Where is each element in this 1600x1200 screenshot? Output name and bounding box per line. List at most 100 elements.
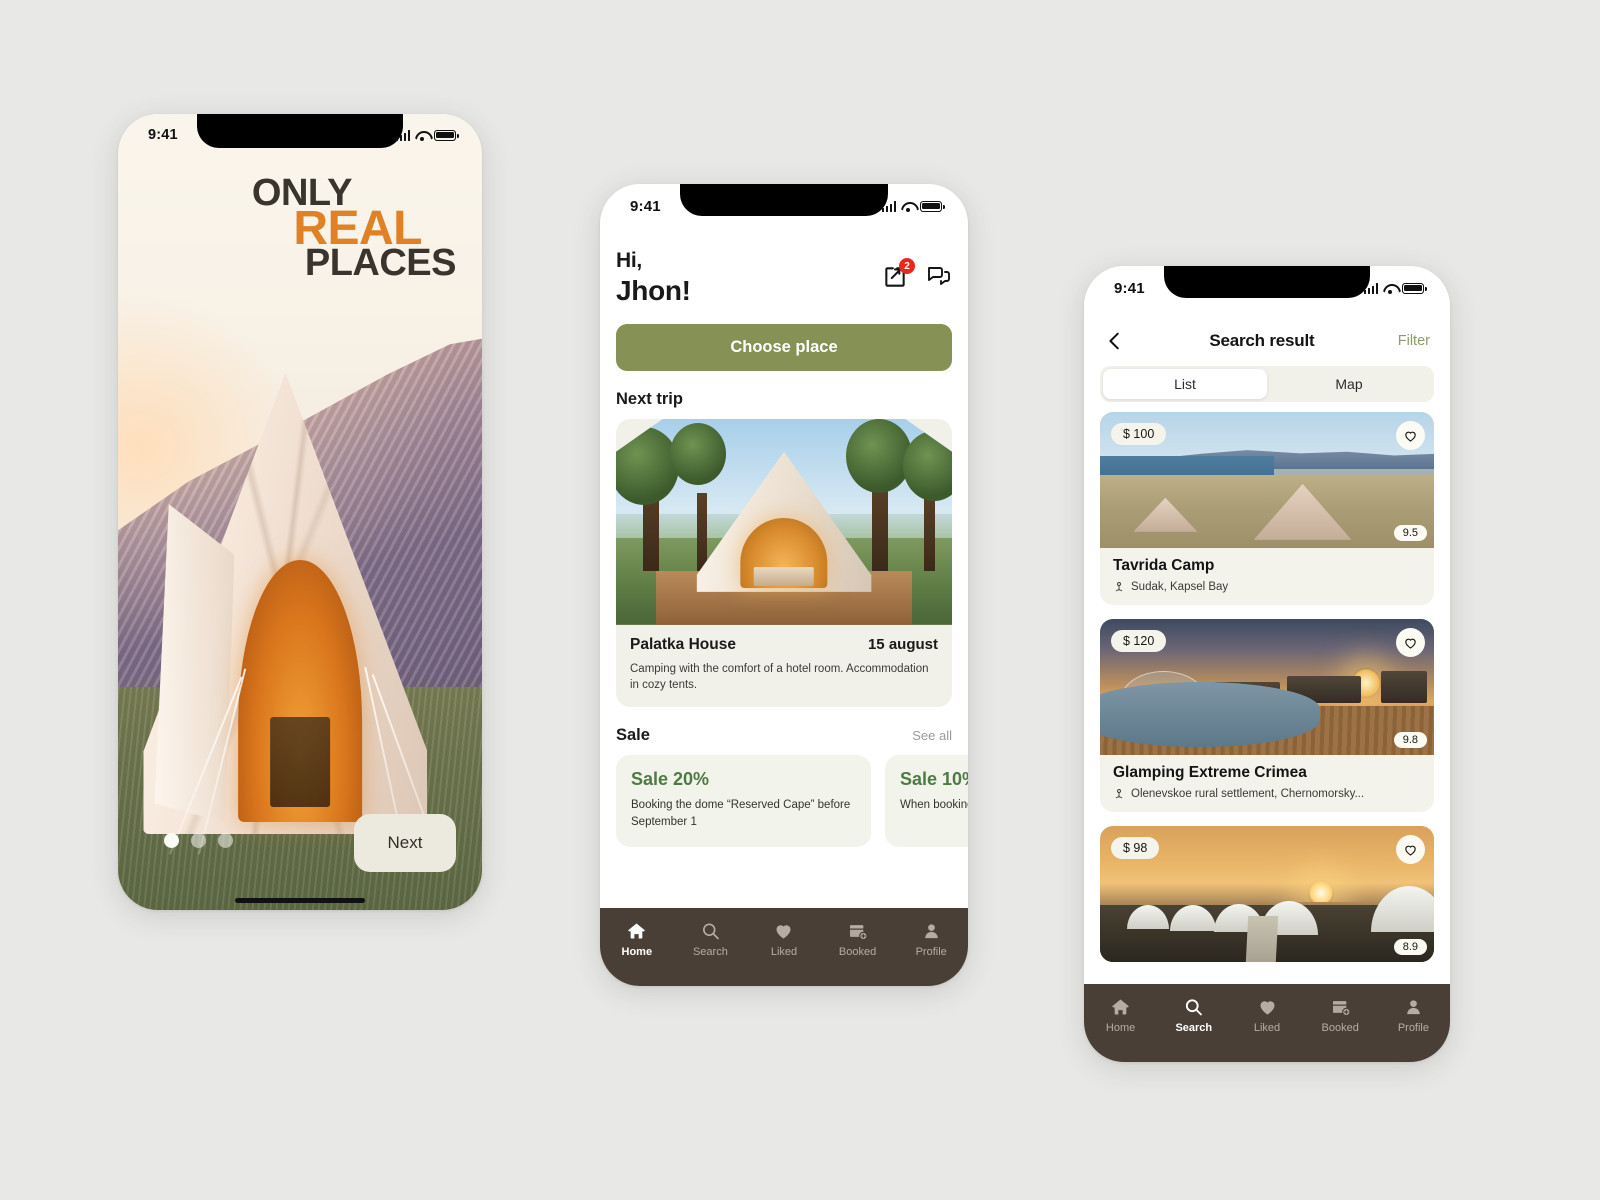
next-trip-details: Palatka House 15 august Camping with the… — [616, 625, 952, 708]
device-notch — [1164, 266, 1370, 298]
search-icon — [702, 923, 719, 940]
tab-label: Booked — [838, 946, 877, 958]
tab-profile[interactable]: Profile — [1377, 997, 1450, 1034]
next-trip-name: Palatka House — [630, 635, 736, 653]
next-trip-header: Next trip — [616, 390, 952, 409]
home-icon — [1112, 999, 1129, 1015]
notification-badge: 2 — [899, 258, 915, 274]
sale-card-text: When booking from 5 days — [900, 799, 968, 812]
tab-label: Search — [1175, 1022, 1213, 1034]
result-location-text: Sudak, Kapsel Bay — [1131, 581, 1229, 593]
chat-bubbles-icon[interactable] — [926, 264, 952, 290]
rating-badge: 8.9 — [1393, 939, 1427, 955]
heart-outline-icon — [1405, 638, 1416, 649]
result-photo: $ 120 9.8 — [1100, 619, 1434, 755]
tab-label: Profile — [915, 946, 947, 958]
search-result-content: Search result Filter List Map $ 100 9.5 … — [1084, 266, 1450, 1062]
next-trip-date: 15 august — [867, 635, 938, 653]
results-list: $ 100 9.5 Tavrida Camp Sudak, Kapsel Bay — [1084, 412, 1450, 962]
greeting-row: Hi, Jhon! 2 — [616, 238, 952, 308]
tab-label: Profile — [1397, 1022, 1429, 1034]
share-square-icon[interactable]: 2 — [882, 258, 915, 290]
search-result-screen: Search result Filter List Map $ 100 9.5 … — [1084, 266, 1450, 1062]
result-photo: $ 100 9.5 — [1100, 412, 1434, 548]
sale-carousel[interactable]: Sale 20% Booking the dome “Reserved Cape… — [616, 755, 968, 847]
pagination-dot-3[interactable] — [218, 833, 233, 848]
headline-line-3: PLACES — [304, 242, 457, 285]
screens-canvas: 9:41 ONLY REAL PLACES Next Hi, Jhon! 2 C… — [0, 0, 1600, 1200]
bottom-navigation: Home Search Liked Booked Profile — [600, 908, 968, 986]
tab-label: Liked — [770, 946, 798, 958]
tab-label: Home — [1105, 1022, 1136, 1034]
favorite-button[interactable] — [1396, 421, 1425, 450]
device-notch — [680, 184, 888, 216]
result-name: Tavrida Camp — [1113, 557, 1215, 574]
search-result-header: Search result Filter — [1084, 318, 1450, 362]
result-location: Olenevskoe rural settlement, Chernomorsk… — [1113, 787, 1421, 801]
tab-booked[interactable]: Booked — [1304, 997, 1377, 1034]
onboarding-headline: ONLY REAL PLACES — [118, 174, 457, 285]
tab-home[interactable]: Home — [1084, 997, 1157, 1034]
tab-liked[interactable]: Liked — [1230, 997, 1303, 1034]
chevron-left-icon[interactable] — [1104, 330, 1126, 352]
bottom-navigation: Home Search Liked Booked Profile — [1084, 984, 1450, 1062]
tab-label: Booked — [1321, 1022, 1359, 1034]
next-trip-title: Next trip — [616, 389, 683, 408]
result-card[interactable]: $ 98 8.9 — [1100, 826, 1434, 962]
result-location-text: Olenevskoe rural settlement, Chernomorsk… — [1131, 788, 1365, 800]
home-indicator — [235, 898, 365, 903]
device-notch — [197, 114, 403, 148]
tab-booked[interactable]: Booked — [821, 921, 895, 958]
segment-map[interactable]: Map — [1267, 369, 1431, 399]
person-icon — [1407, 1000, 1420, 1015]
see-all-link[interactable]: See all — [912, 728, 952, 743]
next-trip-card[interactable]: Palatka House 15 august Camping with the… — [616, 418, 952, 708]
home-icon — [628, 923, 645, 939]
greeting-line-2: Jhon! — [616, 274, 691, 306]
choose-place-button[interactable]: Choose place — [616, 323, 952, 371]
result-name: Glamping Extreme Crimea — [1113, 764, 1307, 781]
sale-card[interactable]: Sale 20% Booking the dome “Reserved Cape… — [616, 755, 871, 847]
onboarding-screen: 9:41 ONLY REAL PLACES Next — [118, 114, 482, 910]
price-badge: $ 120 — [1111, 630, 1167, 652]
pagination-dots[interactable] — [164, 833, 233, 848]
result-card[interactable]: $ 120 9.8 Glamping Extreme Crimea Olenev… — [1100, 619, 1434, 812]
heart-outline-icon — [1405, 845, 1416, 856]
tab-label: Home — [621, 946, 653, 958]
sale-card-title: Sale 10% — [900, 769, 968, 790]
favorite-button[interactable] — [1396, 835, 1425, 864]
search-icon — [1186, 999, 1203, 1016]
tab-search[interactable]: Search — [674, 921, 748, 958]
favorite-button[interactable] — [1396, 628, 1425, 657]
map-pin-icon — [1115, 789, 1123, 799]
heart-icon — [1260, 1001, 1274, 1015]
rating-badge: 9.5 — [1393, 525, 1427, 541]
greeting-line-1: Hi, — [616, 249, 642, 272]
sale-card-title: Sale 20% — [631, 769, 710, 790]
calendar-plus-icon — [850, 925, 868, 941]
next-button[interactable]: Next — [354, 814, 456, 872]
result-card[interactable]: $ 100 9.5 Tavrida Camp Sudak, Kapsel Bay — [1100, 412, 1434, 605]
rating-badge: 9.8 — [1393, 732, 1427, 748]
next-trip-photo — [616, 418, 952, 625]
view-mode-toggle[interactable]: List Map — [1100, 366, 1434, 402]
tab-profile[interactable]: Profile — [894, 921, 968, 958]
tab-home[interactable]: Home — [600, 921, 674, 958]
sale-card[interactable]: Sale 10% When booking from 5 days — [885, 755, 968, 847]
tab-label: Liked — [1253, 1022, 1281, 1034]
map-pin-icon — [1115, 582, 1123, 592]
heart-icon — [776, 925, 791, 939]
result-location: Sudak, Kapsel Bay — [1113, 580, 1421, 594]
price-badge: $ 98 — [1111, 837, 1160, 859]
calendar-plus-icon — [1332, 1001, 1351, 1017]
sale-header: Sale See all — [616, 726, 952, 745]
next-trip-description: Camping with the comfort of a hotel room… — [630, 662, 929, 692]
sale-card-text: Booking the dome “Reserved Cape” before … — [631, 799, 851, 829]
pagination-dot-1[interactable] — [164, 833, 179, 848]
home-screen: Hi, Jhon! 2 Choose place Next trip Palat… — [600, 184, 968, 986]
tab-liked[interactable]: Liked — [747, 921, 821, 958]
segment-list[interactable]: List — [1103, 369, 1267, 399]
filter-link[interactable]: Filter — [1398, 333, 1430, 349]
pagination-dot-2[interactable] — [191, 833, 206, 848]
tab-search[interactable]: Search — [1157, 997, 1230, 1034]
